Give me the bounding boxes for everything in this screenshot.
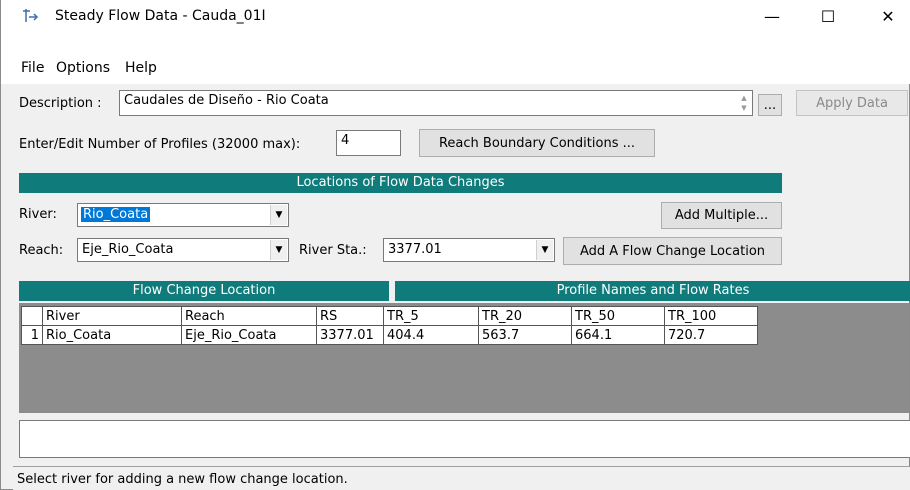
- river-station-label: River Sta.:: [299, 243, 367, 258]
- add-multiple-button[interactable]: Add Multiple...: [661, 202, 782, 229]
- table-cell[interactable]: 404.4: [383, 325, 479, 345]
- close-button[interactable]: ✕: [865, 0, 910, 32]
- table-cell[interactable]: 563.7: [478, 325, 572, 345]
- table-cell[interactable]: 720.7: [664, 325, 758, 345]
- row-number: 1: [21, 325, 43, 345]
- status-bar: Select river for adding a new flow chang…: [13, 466, 910, 490]
- table-cell[interactable]: 3377.01: [316, 325, 384, 345]
- profiles-count-value: 4: [341, 133, 350, 148]
- app-icon: [21, 8, 39, 24]
- description-value: Caudales de Diseño - Rio Coata: [124, 93, 329, 108]
- reach-boundary-conditions-button[interactable]: Reach Boundary Conditions ...: [419, 129, 655, 157]
- menu-options[interactable]: Options: [56, 60, 110, 76]
- flow-data-table: River Reach RS TR_5 TR_20 TR_50 TR_100 1…: [21, 306, 758, 345]
- river-label: River:: [19, 207, 57, 222]
- title-bar: Steady Flow Data - Cauda_01I — ☐ ✕: [1, 0, 910, 32]
- column-header: RS: [316, 306, 384, 326]
- column-header: TR_5: [383, 306, 479, 326]
- window-title: Steady Flow Data - Cauda_01I: [55, 8, 266, 24]
- river-station-value: 3377.01: [388, 242, 442, 257]
- menu-help[interactable]: Help: [125, 60, 157, 76]
- row-number-header: [21, 306, 43, 326]
- add-flow-change-location-button[interactable]: Add A Flow Change Location: [563, 237, 782, 265]
- column-header: TR_20: [478, 306, 572, 326]
- river-select[interactable]: Rio_Coata ▼: [77, 203, 289, 227]
- maximize-button[interactable]: ☐: [805, 0, 851, 32]
- flow-change-location-header: Flow Change Location: [19, 281, 389, 301]
- menu-spacer: [1, 32, 910, 54]
- chevron-down-icon[interactable]: ▼: [536, 240, 553, 260]
- table-header-row: River Reach RS TR_5 TR_20 TR_50 TR_100: [21, 306, 758, 326]
- locations-header: Locations of Flow Data Changes: [19, 173, 782, 193]
- river-select-value: Rio_Coata: [81, 207, 151, 222]
- reach-label: Reach:: [19, 243, 64, 258]
- column-header: TR_50: [571, 306, 665, 326]
- reach-select-value: Eje_Rio_Coata: [82, 242, 174, 257]
- column-header: Reach: [181, 306, 317, 326]
- profiles-label: Enter/Edit Number of Profiles (32000 max…: [19, 137, 301, 152]
- description-ellipsis-button[interactable]: ...: [758, 94, 782, 116]
- table-cell[interactable]: Rio_Coata: [42, 325, 182, 345]
- chevron-down-icon[interactable]: ▼: [270, 205, 287, 225]
- minimize-button[interactable]: —: [749, 0, 795, 32]
- note-field[interactable]: [19, 420, 910, 458]
- table-row[interactable]: 1 Rio_Coata Eje_Rio_Coata 3377.01 404.4 …: [21, 325, 758, 345]
- river-station-select[interactable]: 3377.01 ▼: [383, 238, 555, 262]
- description-spinner[interactable]: ▲ ▼: [737, 93, 751, 113]
- description-field[interactable]: Caudales de Diseño - Rio Coata: [119, 90, 753, 116]
- profile-names-header: Profile Names and Flow Rates: [395, 281, 910, 301]
- menu-file[interactable]: File: [21, 60, 44, 76]
- chevron-down-icon[interactable]: ▼: [270, 240, 287, 260]
- column-header: River: [42, 306, 182, 326]
- apply-data-button[interactable]: Apply Data: [796, 90, 908, 116]
- table-cell[interactable]: 664.1: [571, 325, 665, 345]
- reach-select[interactable]: Eje_Rio_Coata ▼: [77, 238, 289, 262]
- description-label: Description :: [19, 96, 102, 111]
- column-header: TR_100: [664, 306, 758, 326]
- table-cell[interactable]: Eje_Rio_Coata: [181, 325, 317, 345]
- steady-flow-window: Steady Flow Data - Cauda_01I — ☐ ✕ File …: [0, 0, 910, 490]
- profiles-count-field[interactable]: 4: [336, 130, 401, 156]
- menu-bar: File Options Help: [1, 54, 910, 84]
